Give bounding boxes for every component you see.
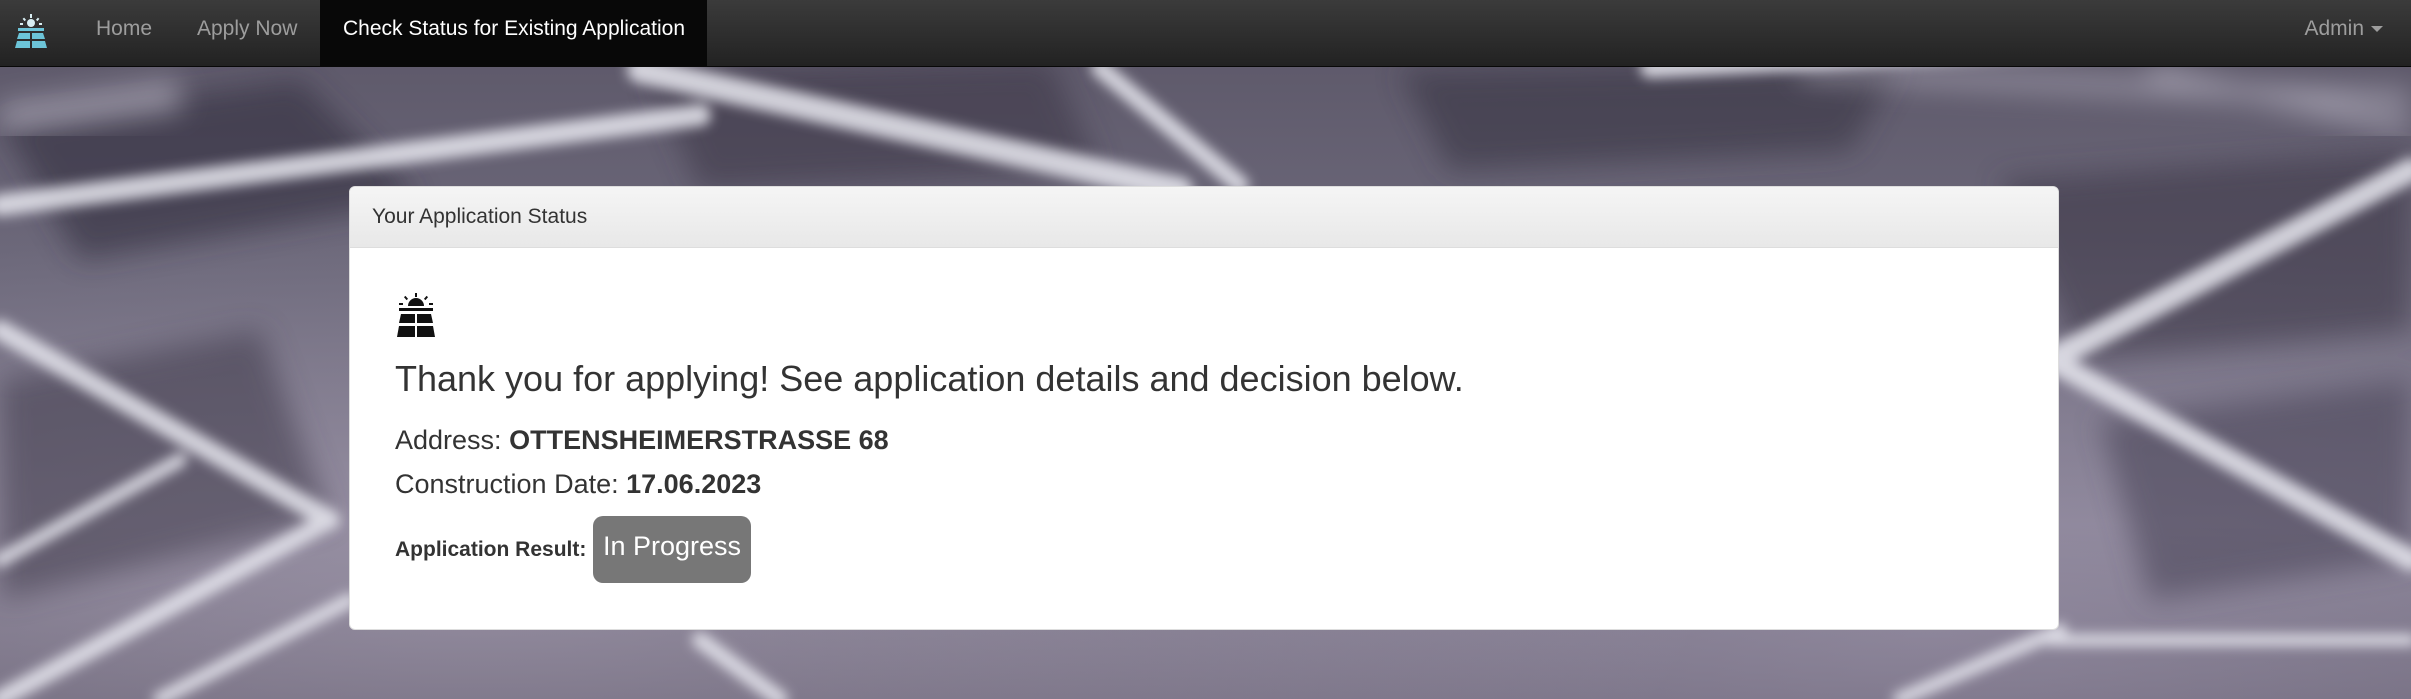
admin-user-menu[interactable]: Admin <box>2304 0 2383 66</box>
solar-panel-sun-icon[interactable] <box>10 13 52 55</box>
application-result-label: Application Result: <box>395 538 587 561</box>
construction-date-line: Construction Date: 17.06.2023 <box>395 469 761 500</box>
caret-down-icon <box>2371 26 2383 33</box>
address-line: Address: OTTENSHEIMERSTRASSE 68 <box>395 425 889 456</box>
panel-heading: Your Application Status <box>350 187 2058 248</box>
construction-date-label: Construction Date: <box>395 469 619 499</box>
nav-home-link[interactable]: Home <box>73 0 175 66</box>
admin-menu-label: Admin <box>2304 17 2364 40</box>
nav-check-status-link[interactable]: Check Status for Existing Application <box>320 0 707 66</box>
address-value: OTTENSHEIMERSTRASSE 68 <box>509 425 889 455</box>
thank-you-message: Thank you for applying! See application … <box>395 358 1464 399</box>
address-label: Address: <box>395 425 502 455</box>
solar-panel-sun-icon <box>395 293 437 341</box>
construction-date-value: 17.06.2023 <box>626 469 762 499</box>
application-status-panel: Your Application Status Thank you for ap… <box>349 186 2059 630</box>
nav-apply-now-link[interactable]: Apply Now <box>174 0 320 66</box>
top-navbar: Home Apply Now Check Status for Existing… <box>0 0 2411 67</box>
status-badge: In Progress <box>593 516 751 583</box>
